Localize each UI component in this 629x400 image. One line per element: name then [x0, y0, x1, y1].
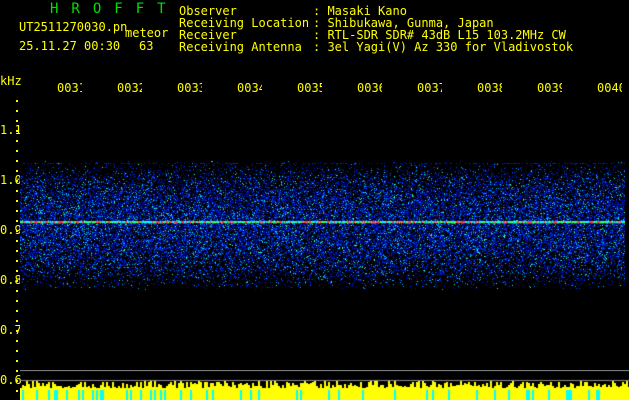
- y-tick: [16, 250, 18, 252]
- signal-level-bars: [20, 370, 629, 400]
- y-tick: [16, 300, 18, 302]
- y-tick: [16, 140, 18, 142]
- y-tick: [16, 380, 18, 382]
- y-tick: [16, 270, 18, 272]
- y-tick: [16, 160, 18, 162]
- y-tick: [16, 290, 18, 292]
- x-axis-label: 0036: [357, 81, 382, 95]
- y-tick: [16, 240, 18, 242]
- y-axis-label: 0.7: [0, 323, 22, 337]
- y-tick: [16, 190, 18, 192]
- mode-label: meteor: [125, 26, 169, 40]
- x-axis-label: 0032: [117, 81, 142, 95]
- y-axis-label: 0.9: [0, 223, 22, 237]
- y-tick: [16, 120, 18, 122]
- y-tick: [16, 180, 18, 182]
- y-tick: [16, 390, 18, 392]
- y-tick: [16, 350, 18, 352]
- x-axis-label: 0038: [477, 81, 502, 95]
- y-axis-label: 0.8: [0, 273, 22, 287]
- count: 63: [139, 39, 154, 53]
- station-info: Observer: Masaki Kano Receiving Location…: [179, 5, 573, 53]
- x-axis-label: 0040: [597, 81, 622, 95]
- unit-label: kHz: [0, 74, 22, 88]
- spectrogram: [20, 95, 625, 370]
- info-label: Receiving Antenna: [179, 40, 302, 54]
- y-tick: [16, 330, 18, 332]
- y-tick: [16, 220, 18, 222]
- y-axis-label: 1.1: [0, 123, 22, 137]
- x-axis-label: 0039: [537, 81, 562, 95]
- info-value: : 3el Yagi(V) Az 330 for Vladivostok: [313, 40, 574, 54]
- filename: UT2511270030.pn: [19, 20, 128, 34]
- y-tick: [16, 370, 18, 372]
- y-tick: [16, 110, 18, 112]
- x-axis-label: 0034: [237, 81, 262, 95]
- y-tick: [16, 320, 18, 322]
- datetime: 25.11.27 00:30: [19, 39, 121, 53]
- x-axis-label: 0033: [177, 81, 202, 95]
- y-tick: [16, 280, 18, 282]
- y-tick: [16, 210, 18, 212]
- y-tick: [16, 170, 18, 172]
- y-axis-label: 0.6: [0, 373, 22, 387]
- y-tick: [16, 230, 18, 232]
- y-tick: [16, 360, 18, 362]
- y-tick: [16, 130, 18, 132]
- y-tick: [16, 100, 18, 102]
- y-tick: [16, 340, 18, 342]
- y-tick: [16, 200, 18, 202]
- y-tick: [16, 310, 18, 312]
- x-axis-label: 0037: [417, 81, 442, 95]
- app-title: HROFFT: [50, 1, 179, 17]
- x-axis-label: 0035: [297, 81, 322, 95]
- y-tick: [16, 260, 18, 262]
- y-tick: [16, 150, 18, 152]
- y-axis-label: 1.0: [0, 173, 22, 187]
- x-axis-label: 0031: [57, 81, 82, 95]
